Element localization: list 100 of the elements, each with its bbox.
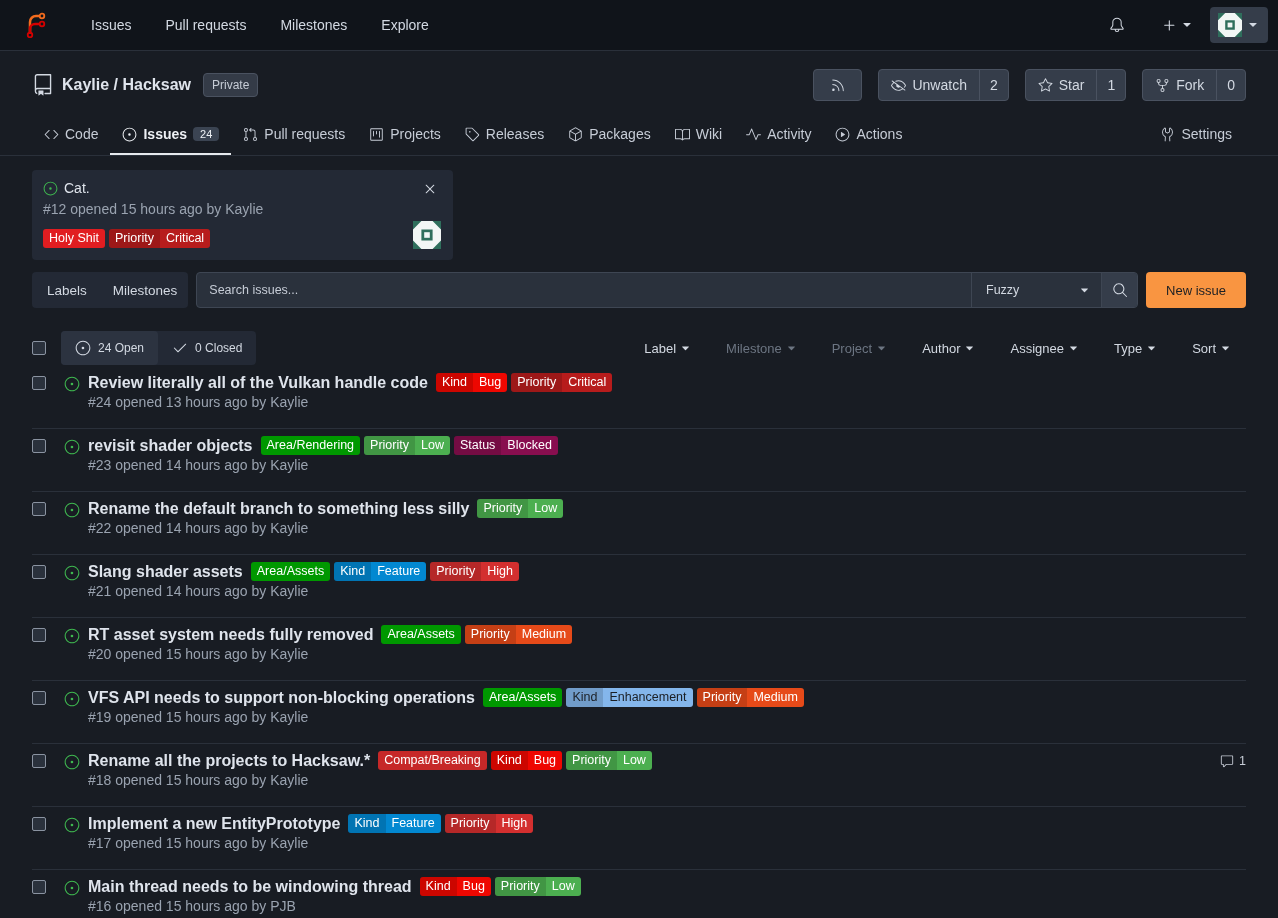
issue-label[interactable]: Status Blocked bbox=[453, 436, 558, 455]
filter-dropdown[interactable]: Assignee bbox=[1010, 340, 1080, 356]
rss-button[interactable] bbox=[813, 69, 863, 101]
issue-title[interactable]: VFS API needs to support non-blocking operations bbox=[88, 688, 475, 707]
issue-checkbox[interactable] bbox=[32, 502, 46, 516]
repo-tab[interactable]: Activity bbox=[734, 115, 824, 155]
open-issue-icon bbox=[64, 754, 80, 770]
issue-checkbox[interactable] bbox=[32, 754, 46, 768]
bell-icon bbox=[1109, 17, 1125, 33]
issue-label[interactable]: Priority Medium bbox=[696, 688, 804, 707]
issue-title[interactable]: Slang shader assets bbox=[88, 562, 243, 581]
issue-label[interactable]: Holy Shit bbox=[43, 229, 106, 248]
comment-icon bbox=[1220, 754, 1235, 768]
repo-tab[interactable]: Pull requests bbox=[231, 115, 358, 155]
fork-button[interactable]: Fork 0 bbox=[1142, 69, 1246, 101]
issue-label[interactable]: Priority Low bbox=[477, 499, 564, 518]
star-icon bbox=[1037, 77, 1053, 93]
repo-tab[interactable]: Settings bbox=[1148, 115, 1244, 155]
search-button[interactable] bbox=[1101, 273, 1137, 307]
issue-label[interactable]: Kind Bug bbox=[490, 751, 563, 770]
new-issue-button[interactable]: New issue bbox=[1146, 272, 1246, 308]
issue-label[interactable]: Priority Low bbox=[494, 877, 581, 896]
repo-tab[interactable]: Wiki bbox=[662, 115, 735, 155]
issue-label[interactable]: Priority Critical bbox=[511, 373, 613, 392]
issue-label[interactable]: Kind Feature bbox=[334, 562, 427, 581]
nav-link[interactable]: Pull requests bbox=[148, 17, 264, 33]
repo-tab[interactable]: Code bbox=[32, 115, 111, 155]
issue-label[interactable]: Area/Assets bbox=[250, 562, 331, 581]
open-issue-icon bbox=[64, 376, 80, 392]
open-issue-icon bbox=[64, 880, 80, 896]
issue-label[interactable]: Priority Low bbox=[566, 751, 652, 770]
nav-link[interactable]: Explore bbox=[364, 17, 446, 33]
issue-label[interactable]: Area/Assets bbox=[483, 688, 563, 707]
state-tab[interactable]: 24 Open bbox=[61, 331, 159, 365]
issue-meta: #18 opened 15 hours ago by Kaylie bbox=[88, 772, 310, 788]
repo-tab[interactable]: Releases bbox=[452, 115, 557, 155]
tag-icon bbox=[464, 126, 480, 142]
repo-tab[interactable]: Actions bbox=[823, 115, 915, 155]
repo-tab[interactable]: Projects bbox=[357, 115, 453, 155]
filter-dropdown[interactable]: Label bbox=[644, 340, 693, 356]
search-field[interactable]: Search issues... Fuzzy bbox=[196, 272, 1138, 308]
watch-button[interactable]: Unwatch 2 bbox=[878, 69, 1009, 101]
nav-link[interactable]: Milestones bbox=[263, 17, 365, 33]
issue-checkbox[interactable] bbox=[32, 880, 46, 894]
issue-meta: #20 opened 15 hours ago by Kaylie bbox=[88, 646, 310, 662]
star-button[interactable]: Star 1 bbox=[1024, 69, 1127, 101]
issue-checkbox[interactable] bbox=[32, 376, 46, 390]
book-icon bbox=[674, 126, 690, 142]
issue-title[interactable]: Review literally all of the Vulkan handle code bbox=[88, 373, 428, 392]
eye-slash-icon bbox=[891, 77, 907, 93]
issue-title[interactable]: revisit shader objects bbox=[88, 436, 253, 455]
comment-count[interactable]: 1 bbox=[1220, 753, 1246, 768]
issue-label[interactable]: Kind Bug bbox=[435, 373, 508, 392]
issue-title[interactable]: Implement a new EntityPrototype bbox=[88, 814, 341, 833]
issue-checkbox[interactable] bbox=[32, 691, 46, 705]
open-issue-icon bbox=[64, 691, 80, 707]
select-all-checkbox[interactable] bbox=[32, 341, 46, 355]
issue-label[interactable]: Area/Assets bbox=[381, 625, 461, 644]
issue-label[interactable]: Compat/Breaking bbox=[378, 751, 487, 770]
issue-meta: #17 opened 15 hours ago by Kaylie bbox=[88, 835, 310, 851]
issue-checkbox[interactable] bbox=[32, 565, 46, 579]
issue-title[interactable]: Rename all the projects to Hacksaw.* bbox=[88, 751, 371, 770]
toolbar-link[interactable]: Milestones bbox=[97, 272, 189, 308]
open-issue-icon bbox=[64, 628, 80, 644]
filter-dropdown[interactable]: Sort bbox=[1192, 340, 1232, 356]
repo-title[interactable]: Kaylie / Hacksaw bbox=[62, 76, 191, 94]
issue-checkbox[interactable] bbox=[32, 628, 46, 642]
repo-tab[interactable]: Issues 24 bbox=[110, 115, 232, 155]
repo-tab[interactable]: Packages bbox=[556, 115, 663, 155]
issue-title[interactable]: RT asset system needs fully removed bbox=[88, 625, 374, 644]
avatar-icon bbox=[413, 221, 441, 249]
user-menu-button[interactable] bbox=[1210, 7, 1268, 43]
open-issue-icon bbox=[64, 439, 80, 455]
pinned-issue-title[interactable]: Cat. bbox=[64, 180, 90, 196]
issue-meta: #21 opened 14 hours ago by Kaylie bbox=[88, 583, 310, 599]
filter-dropdown[interactable]: Author bbox=[922, 340, 977, 356]
filter-dropdown[interactable]: Type bbox=[1113, 340, 1159, 356]
issue-meta: #24 opened 13 hours ago by Kaylie bbox=[88, 394, 310, 410]
issue-label[interactable]: Priority Medium bbox=[464, 625, 573, 644]
issue-label[interactable]: Kind Feature bbox=[348, 814, 441, 833]
issue-title[interactable]: Rename the default branch to something less silly bbox=[88, 499, 470, 518]
issue-label[interactable]: Kind Bug bbox=[419, 877, 491, 896]
issue-label[interactable]: Priority Low bbox=[364, 436, 450, 455]
fork-icon bbox=[1155, 77, 1171, 93]
toolbar-link[interactable]: Labels bbox=[32, 272, 98, 308]
issue-checkbox[interactable] bbox=[32, 817, 46, 831]
issue-label[interactable]: Area/Rendering bbox=[260, 436, 361, 455]
open-issue-icon bbox=[64, 565, 80, 581]
issue-label[interactable]: Priority Critical bbox=[109, 229, 211, 248]
state-tab[interactable]: 0 Closed bbox=[158, 331, 257, 365]
visibility-badge: Private bbox=[203, 73, 259, 97]
issue-label[interactable]: Priority High bbox=[430, 562, 519, 581]
issue-meta: #19 opened 15 hours ago by Kaylie bbox=[88, 709, 310, 725]
issue-checkbox[interactable] bbox=[32, 439, 46, 453]
issue-title[interactable]: Main thread needs to be windowing thread bbox=[88, 877, 412, 896]
issue-meta: #22 opened 14 hours ago by Kaylie bbox=[88, 520, 310, 536]
issue-label[interactable]: Kind Enhancement bbox=[566, 688, 693, 707]
nav-link[interactable]: Issues bbox=[74, 17, 149, 33]
logo-icon[interactable] bbox=[24, 12, 46, 38]
issue-label[interactable]: Priority High bbox=[444, 814, 534, 833]
